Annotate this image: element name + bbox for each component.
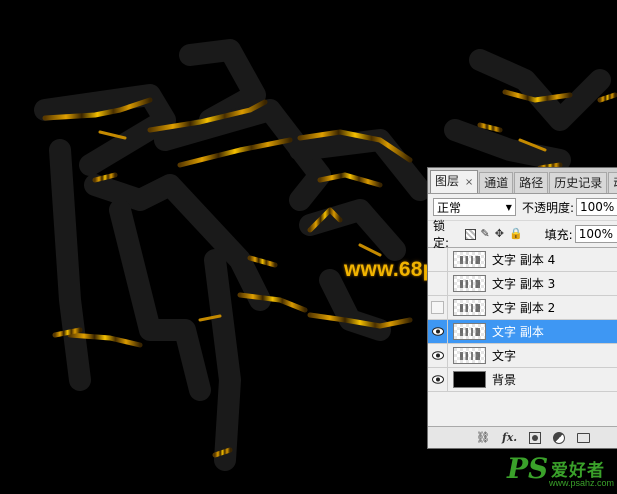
layer-name: 文字 副本	[492, 325, 544, 339]
panel-tabs: 图层 × 通道 路径 历史记录 动	[428, 168, 617, 194]
visibility-toggle[interactable]	[428, 320, 448, 343]
close-icon[interactable]: ×	[465, 177, 473, 188]
eye-icon	[431, 375, 444, 384]
lock-label: 锁定:	[433, 219, 450, 250]
layer-name: 文字 副本 3	[492, 277, 556, 291]
tab-channels-label: 通道	[484, 176, 509, 190]
fill-input[interactable]: 100%	[574, 225, 617, 243]
tab-actions[interactable]: 动	[608, 172, 617, 193]
panel-footer: ⛓ fx.	[428, 426, 617, 448]
blend-mode-select[interactable]: 正常 ▼	[433, 198, 516, 216]
tab-history-label: 历史记录	[554, 176, 603, 190]
layer-row[interactable]: 文字 副本 2	[428, 296, 617, 320]
logo-ps: PS	[507, 452, 549, 485]
hidden-eye-box	[431, 301, 444, 314]
layers-panel: 图层 × 通道 路径 历史记录 动 正常 ▼ 不透明度: 100% 锁定: ✎ …	[427, 167, 617, 449]
visibility-toggle[interactable]	[428, 344, 448, 367]
site-logo: PS 爱好者 www.psahz.com	[503, 452, 615, 492]
layer-thumbnail	[453, 371, 486, 388]
fx-icon[interactable]: fx.	[502, 431, 517, 444]
layer-thumbnail	[453, 299, 486, 316]
lock-all-icon[interactable]: 🔒	[509, 228, 523, 240]
layer-thumbnail	[453, 275, 486, 292]
logo-url: www.psahz.com	[549, 478, 615, 488]
layer-name: 背景	[492, 373, 517, 387]
tab-paths-label: 路径	[519, 176, 544, 190]
layer-list: 文字 副本 4 文字 副本 3 文字 副本 2 文字 副本 文字 背景	[428, 247, 617, 392]
layer-row-selected[interactable]: 文字 副本	[428, 320, 617, 344]
tab-channels[interactable]: 通道	[479, 172, 514, 193]
link-icon[interactable]: ⛓	[476, 431, 490, 444]
visibility-toggle[interactable]	[428, 272, 448, 295]
mask-icon[interactable]	[529, 431, 542, 444]
tab-layers[interactable]: 图层 ×	[430, 170, 479, 193]
adjustment-icon[interactable]	[553, 431, 566, 444]
layer-name: 文字 副本 2	[492, 301, 556, 315]
tab-history[interactable]: 历史记录	[549, 172, 608, 193]
lock-row: 锁定: ✎ ✥ 🔒 填充: 100%	[428, 219, 617, 250]
eye-icon	[431, 327, 444, 336]
opacity-input[interactable]: 100%	[576, 198, 617, 216]
layer-row[interactable]: 文字 副本 3	[428, 272, 617, 296]
layer-thumbnail	[453, 251, 486, 268]
lock-paint-icon[interactable]: ✎	[481, 228, 490, 240]
visibility-toggle[interactable]	[428, 248, 448, 271]
opacity-label: 不透明度:	[521, 200, 574, 215]
lock-transparency-icon[interactable]	[464, 228, 476, 240]
layer-row[interactable]: 背景	[428, 368, 617, 392]
layer-row[interactable]: 文字 副本 4	[428, 248, 617, 272]
layer-name: 文字 副本 4	[492, 253, 556, 267]
blend-mode-value: 正常	[437, 200, 462, 215]
folder-icon[interactable]	[577, 432, 591, 443]
fill-label: 填充:	[544, 227, 573, 242]
visibility-toggle[interactable]	[428, 296, 448, 319]
layer-name: 文字	[492, 349, 517, 363]
visibility-toggle[interactable]	[428, 368, 448, 391]
tab-layers-label: 图层	[435, 174, 460, 188]
layer-row[interactable]: 文字	[428, 344, 617, 368]
eye-icon	[431, 351, 444, 360]
lock-move-icon[interactable]: ✥	[495, 228, 504, 240]
lock-icons: ✎ ✥ 🔒	[464, 228, 523, 240]
tab-paths[interactable]: 路径	[514, 172, 549, 193]
layer-thumbnail	[453, 347, 486, 364]
chevron-down-icon: ▼	[505, 202, 512, 212]
layer-thumbnail	[453, 323, 486, 340]
tab-actions-label: 动	[613, 176, 617, 190]
